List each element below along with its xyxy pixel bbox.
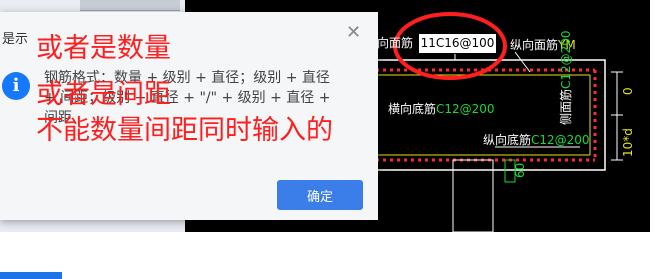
mid-rebar-label: 横向底筋C12@200	[388, 102, 495, 116]
annotation-line-1: 或者是数量	[36, 33, 171, 64]
top-rebar-value-box[interactable]: 11C16@100	[418, 33, 497, 54]
dialog-title: 是示	[2, 32, 29, 47]
taskbar-button[interactable]	[0, 272, 62, 279]
column-outline	[452, 159, 494, 232]
dimension-0: 0	[621, 87, 635, 95]
close-icon[interactable]: ✕	[346, 22, 361, 43]
ok-button[interactable]: 确定	[277, 180, 363, 210]
dimension-60: 60	[513, 162, 527, 178]
dimension-10d: 10*d	[621, 128, 635, 157]
annotation-line-2: 或者是间距	[36, 79, 171, 110]
bottom-rebar-label: 纵向底筋C12@200	[483, 133, 590, 147]
annotation-line-3: 不能数量间距同时输入的	[36, 115, 333, 146]
toolbar-strip	[80, 0, 180, 11]
info-icon: i	[2, 72, 30, 100]
vertical-rebar-label: 侧面筋C12@200	[559, 30, 573, 125]
top-rebar-label: 向面筋	[377, 36, 414, 50]
